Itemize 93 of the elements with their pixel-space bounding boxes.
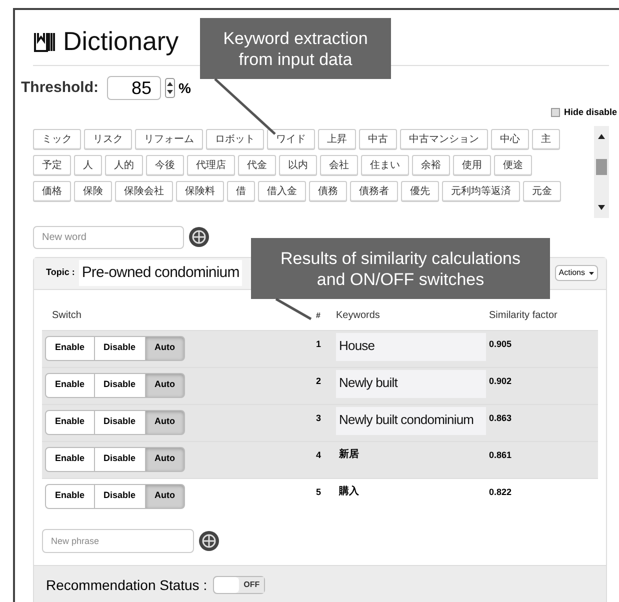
tag-chip[interactable]: 優先	[401, 180, 439, 202]
leader-line	[214, 78, 276, 135]
switch-option[interactable]: Enable	[45, 484, 95, 508]
actions-button[interactable]: Actions	[554, 265, 598, 281]
callout-label: Keyword extraction from input data	[200, 18, 391, 79]
switch-option[interactable]: Enable	[45, 410, 95, 434]
tag-chip[interactable]: 人的	[105, 154, 143, 176]
new-word-field[interactable]: New word	[33, 226, 184, 248]
switch-option[interactable]: Auto	[144, 336, 186, 360]
similarity-cell-text: 0.905	[489, 338, 512, 350]
tag-chip[interactable]: リスク	[84, 128, 132, 150]
column-header: #	[316, 310, 322, 322]
tag-chip[interactable]: 会社	[320, 154, 358, 176]
tag-chip[interactable]: 代理店	[187, 154, 235, 176]
spinner-arrows-icon[interactable]	[164, 78, 174, 98]
tag-chip[interactable]: 借	[227, 180, 255, 202]
tag-chip[interactable]: 余裕	[412, 154, 450, 176]
tag-chip[interactable]: 今後	[146, 154, 184, 176]
tag-chip[interactable]: 以内	[279, 154, 317, 176]
tag-chip[interactable]: 住まい	[361, 154, 409, 176]
tag-chip[interactable]: ワイド	[267, 128, 315, 150]
tag-chip[interactable]: 債務者	[350, 180, 398, 202]
scroll-thumb[interactable]	[596, 158, 607, 174]
tag-chip[interactable]: 保険料	[176, 180, 224, 202]
threshold-label: Threshold:	[21, 78, 98, 98]
row-number: 3	[316, 412, 322, 424]
tag-chip[interactable]: 予定	[33, 154, 71, 176]
column-header: Keywords	[336, 309, 381, 323]
switch-option[interactable]: Disable	[94, 372, 146, 398]
percent-unit: %	[178, 78, 191, 98]
switch-option[interactable]: Disable	[94, 484, 146, 508]
add-icon[interactable]	[188, 226, 210, 248]
keyword-cell-text: 購入	[338, 484, 360, 498]
tag-chip[interactable]: リフォーム	[135, 128, 203, 150]
row-number: 5	[316, 486, 322, 498]
switch-option[interactable]: Enable	[45, 336, 95, 360]
checkbox-label: Hide disable	[564, 106, 617, 119]
tag-chip[interactable]: 価格	[33, 180, 71, 202]
scroll-down-icon[interactable]	[598, 204, 605, 210]
switch-option[interactable]: Disable	[94, 336, 146, 360]
scrollbar[interactable]	[594, 126, 609, 218]
leader-line	[275, 298, 312, 320]
tag-chip[interactable]: 人	[74, 154, 102, 176]
dictionary-icon	[33, 30, 55, 52]
row-number: 4	[316, 448, 322, 462]
keyword-cell: Newly built condominium	[336, 406, 486, 434]
topic-label: Topic :	[46, 266, 75, 280]
switch-option[interactable]: Disable	[94, 410, 146, 434]
callout-label: Results of similarity calculations and ON/OFF switches	[251, 238, 550, 299]
similarity-cell-text: 0.863	[489, 412, 512, 424]
switch-option[interactable]: Auto	[144, 484, 186, 508]
tag-chip[interactable]: ミック	[33, 128, 81, 150]
keyword-cell-text: 新居	[338, 447, 360, 462]
tag-chip[interactable]: 債務	[309, 180, 347, 202]
switch-option[interactable]: Auto	[144, 410, 186, 434]
similarity-cell-text: 0.822	[489, 486, 512, 498]
new-phrase-field[interactable]: New phrase	[42, 528, 194, 552]
row-number: 2	[316, 374, 322, 388]
column-header: Switch	[52, 310, 82, 321]
tag-chip[interactable]: ロボット	[206, 128, 264, 150]
add-icon[interactable]	[198, 530, 220, 552]
tag-chip[interactable]: 保険	[74, 180, 112, 202]
tag-chip[interactable]: 主	[532, 128, 560, 150]
column-header: Similarity factor	[489, 309, 558, 323]
tag-chip[interactable]: 中古マンション	[400, 128, 488, 150]
page-title: Dictionary	[63, 25, 179, 58]
similarity-cell-text: 0.902	[489, 374, 512, 388]
topic-name: Pre-owned condominium	[78, 260, 242, 286]
tag-chip[interactable]: 使用	[453, 154, 491, 176]
checkbox[interactable]	[550, 108, 560, 118]
tag-chip[interactable]: 中古	[359, 128, 397, 150]
tag-chip[interactable]: 保険会社	[115, 180, 173, 202]
tag-chip[interactable]: 元金	[523, 180, 561, 202]
keyword-cell: House	[336, 332, 486, 360]
tag-chip[interactable]: 便途	[494, 154, 532, 176]
similarity-cell-text: 0.861	[489, 448, 512, 462]
scroll-up-icon[interactable]	[598, 134, 605, 138]
tag-chip[interactable]: 中心	[491, 128, 529, 150]
switch-option[interactable]: Auto	[144, 446, 186, 472]
switch-option[interactable]: Disable	[94, 446, 146, 472]
switch-option[interactable]: Enable	[45, 372, 95, 398]
tag-chip[interactable]: 代金	[238, 154, 276, 176]
keyword-cell: Newly built	[336, 370, 486, 398]
tag-chip[interactable]: 上昇	[318, 128, 356, 150]
threshold-spinner[interactable]: 85	[106, 76, 160, 100]
toggle-switch[interactable]: OFF	[213, 576, 266, 594]
switch-option[interactable]: Auto	[144, 372, 186, 398]
switch-option[interactable]: Enable	[45, 446, 95, 472]
tag-chip[interactable]: 元利均等返済	[442, 180, 520, 202]
recommendation-label: Recommendation Status :	[46, 576, 208, 594]
row-number: 1	[316, 338, 322, 350]
caret-icon	[589, 272, 594, 274]
tag-chip[interactable]: 借入金	[258, 180, 306, 202]
